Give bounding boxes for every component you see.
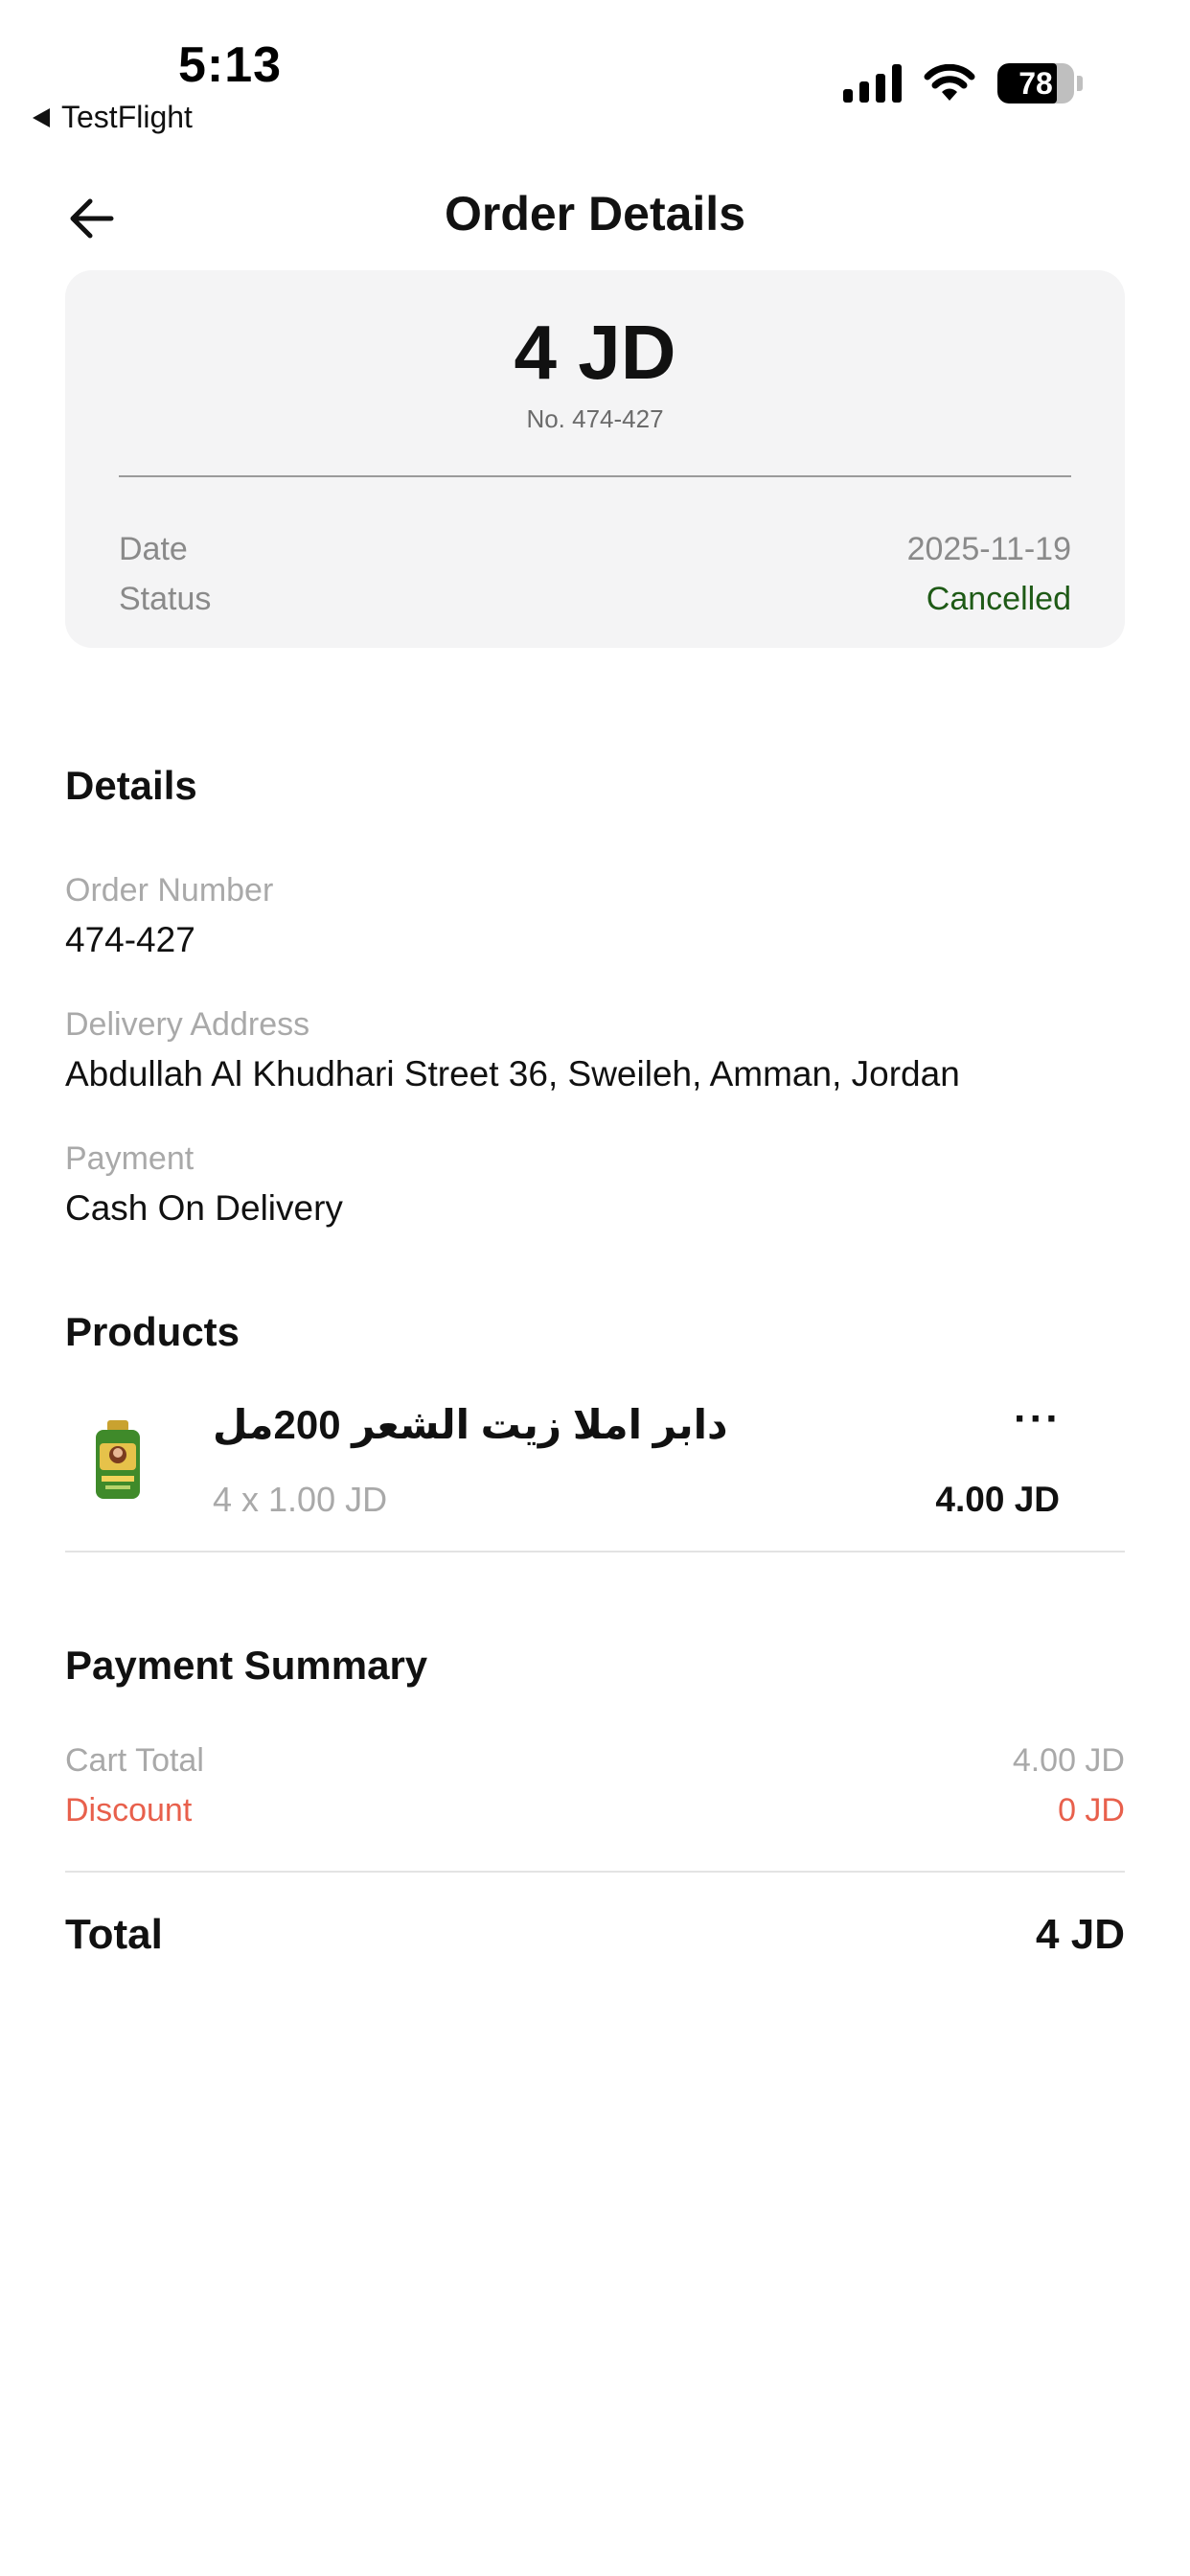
date-label: Date bbox=[119, 531, 188, 567]
date-value: 2025-11-19 bbox=[906, 531, 1071, 567]
hair-oil-bottle-icon bbox=[96, 1420, 140, 1499]
status-time: 5:13 bbox=[178, 37, 283, 93]
payment-summary-heading: Payment Summary bbox=[65, 1643, 428, 1688]
discount-label: Discount bbox=[65, 1792, 193, 1828]
product-image bbox=[88, 1418, 148, 1501]
cart-total-row: Cart Total 4.00 JD bbox=[65, 1742, 1125, 1780]
order-amount: 4 JD bbox=[514, 310, 676, 395]
total-row: Total 4 JD bbox=[65, 1911, 1125, 1959]
status-icons: 78 bbox=[843, 63, 1083, 104]
product-quantity-price: 4 x 1.00 JD bbox=[213, 1480, 388, 1519]
product-name: دابر املا زيت الشعر 200مل bbox=[213, 1402, 728, 1447]
back-to-app-link[interactable]: TestFlight bbox=[33, 100, 193, 135]
payment-value: Cash On Delivery bbox=[65, 1188, 343, 1228]
products-divider bbox=[65, 1551, 1125, 1552]
cellular-signal-icon bbox=[843, 64, 902, 103]
cart-total-value: 4.00 JD bbox=[1012, 1742, 1125, 1779]
wifi-icon bbox=[924, 64, 975, 101]
status-label: Status bbox=[119, 581, 212, 617]
products-heading: Products bbox=[65, 1309, 240, 1354]
product-total-price: 4.00 JD bbox=[935, 1480, 1060, 1519]
battery-icon: 78 bbox=[997, 63, 1083, 104]
payment-label: Payment bbox=[65, 1140, 195, 1177]
order-number-caption: No. 474-427 bbox=[526, 404, 664, 433]
page-title: Order Details bbox=[444, 187, 745, 241]
more-horizontal-icon[interactable]: ··· bbox=[1014, 1395, 1062, 1443]
order-number-label: Order Number bbox=[65, 872, 274, 908]
order-summary-card: 4 JD No. 474-427 Date 2025-11-19 Status … bbox=[65, 270, 1125, 648]
total-label: Total bbox=[65, 1911, 163, 1958]
status-row: Status Cancelled bbox=[119, 581, 1071, 618]
delivery-address-value: Abdullah Al Khudhari Street 36, Sweileh,… bbox=[65, 1054, 960, 1093]
order-number-value: 474-427 bbox=[65, 920, 195, 959]
summary-divider bbox=[65, 1871, 1125, 1873]
card-divider bbox=[119, 475, 1071, 477]
discount-row: Discount 0 JD bbox=[65, 1792, 1125, 1829]
status-badge: Cancelled bbox=[926, 581, 1071, 617]
discount-value: 0 JD bbox=[1058, 1792, 1125, 1828]
back-app-label: TestFlight bbox=[61, 100, 193, 134]
delivery-address-label: Delivery Address bbox=[65, 1006, 310, 1043]
details-heading: Details bbox=[65, 763, 197, 808]
battery-level: 78 bbox=[1018, 66, 1053, 101]
total-value: 4 JD bbox=[1036, 1911, 1125, 1958]
cart-total-label: Cart Total bbox=[65, 1742, 204, 1779]
date-row: Date 2025-11-19 bbox=[119, 531, 1071, 568]
back-triangle-icon bbox=[33, 107, 50, 127]
